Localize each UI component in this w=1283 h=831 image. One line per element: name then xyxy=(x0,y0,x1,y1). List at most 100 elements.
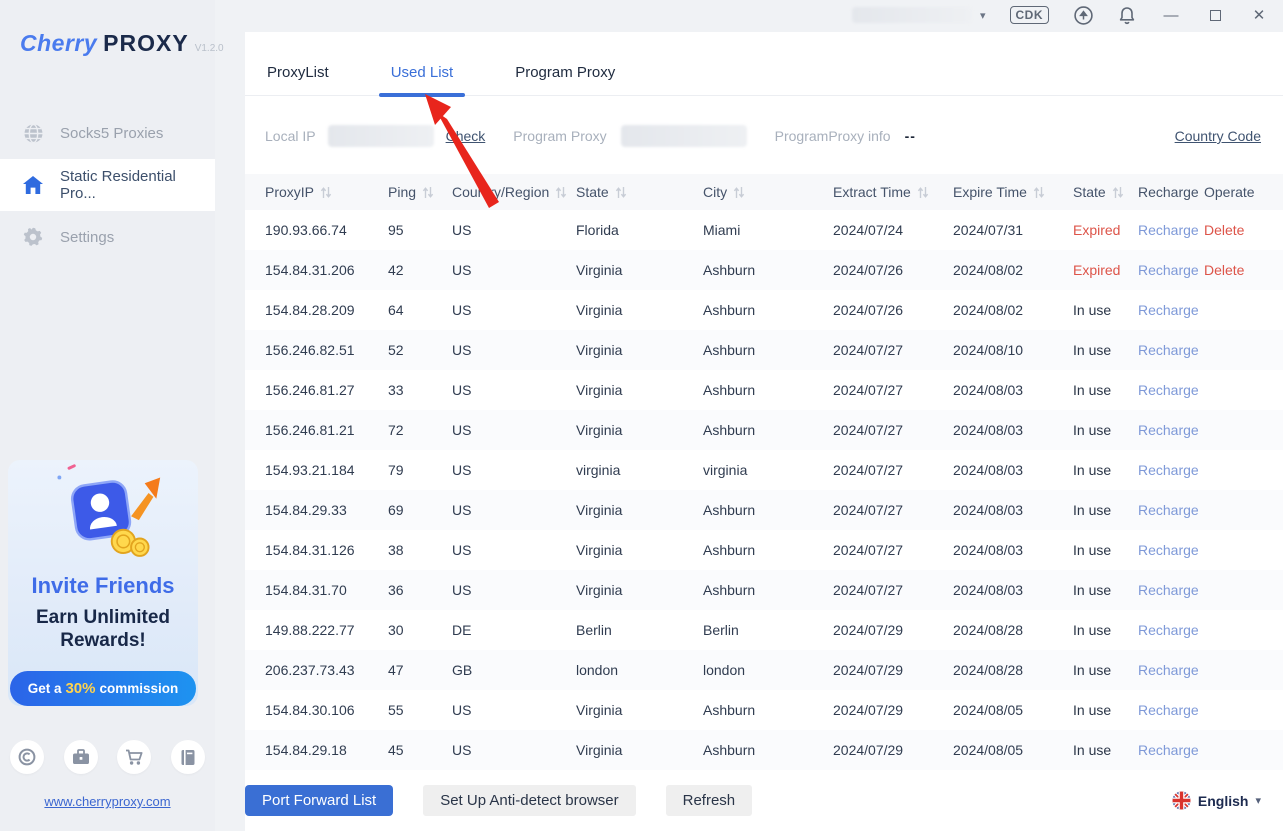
cell-recharge: Recharge xyxy=(1138,742,1204,758)
cell-expire: 2024/08/03 xyxy=(953,422,1073,438)
tab-proxylist[interactable]: ProxyList xyxy=(259,64,337,95)
maximize-button[interactable] xyxy=(1205,5,1225,25)
table-header-row: ProxyIPPingCountry/RegionStateCityExtrac… xyxy=(245,174,1283,210)
brand-proxy: PROXY xyxy=(103,30,189,57)
cell-status: In use xyxy=(1073,502,1138,518)
recharge-link[interactable]: Recharge xyxy=(1138,702,1199,718)
recharge-link[interactable]: Recharge xyxy=(1138,222,1199,238)
country-code-link[interactable]: Country Code xyxy=(1175,128,1261,144)
main-content: ProxyList Used List Program Proxy Local … xyxy=(245,32,1283,831)
cell-ping: 30 xyxy=(388,622,452,638)
delete-link[interactable]: Delete xyxy=(1204,262,1244,278)
sidebar-item-settings[interactable]: Settings xyxy=(0,211,215,263)
cell-extract: 2024/07/27 xyxy=(833,342,953,358)
title-bar: ▾ CDK — ✕ xyxy=(0,0,1283,30)
briefcase-icon[interactable] xyxy=(64,740,98,774)
cell-ping: 55 xyxy=(388,702,452,718)
recharge-link[interactable]: Recharge xyxy=(1138,582,1199,598)
recharge-link[interactable]: Recharge xyxy=(1138,262,1199,278)
tab-program-proxy[interactable]: Program Proxy xyxy=(507,64,623,95)
book-icon[interactable] xyxy=(171,740,205,774)
refresh-button[interactable]: Refresh xyxy=(666,785,753,816)
recharge-link[interactable]: Recharge xyxy=(1138,302,1199,318)
column-header-country-region[interactable]: Country/Region xyxy=(452,184,576,200)
close-button[interactable]: ✕ xyxy=(1249,5,1269,25)
recharge-link[interactable]: Recharge xyxy=(1138,542,1199,558)
cell-extract: 2024/07/27 xyxy=(833,422,953,438)
recharge-link[interactable]: Recharge xyxy=(1138,662,1199,678)
recharge-link[interactable]: Recharge xyxy=(1138,742,1199,758)
cell-ip: 154.93.21.184 xyxy=(265,462,388,478)
sidebar-tools xyxy=(0,740,215,774)
cell-extract: 2024/07/27 xyxy=(833,382,953,398)
language-label: English xyxy=(1198,793,1249,809)
table-row: 154.84.31.7036USVirginiaAshburn2024/07/2… xyxy=(245,570,1283,610)
column-header-ping[interactable]: Ping xyxy=(388,184,452,200)
sidebar-item-static-residential-proxies[interactable]: Static Residential Pro... xyxy=(0,159,215,211)
account-dropdown[interactable]: ▾ xyxy=(852,7,986,23)
commission-button[interactable]: Get a 30% commission xyxy=(10,671,197,706)
recharge-link[interactable]: Recharge xyxy=(1138,382,1199,398)
cell-ping: 95 xyxy=(388,222,452,238)
sidebar-item-label: Socks5 Proxies xyxy=(60,125,163,142)
coin-icon[interactable] xyxy=(10,740,44,774)
cell-expire: 2024/08/03 xyxy=(953,542,1073,558)
cell-country: US xyxy=(452,702,576,718)
cell-city: Ashburn xyxy=(703,502,833,518)
column-header-extract-time[interactable]: Extract Time xyxy=(833,184,953,200)
port-forward-list-button[interactable]: Port Forward List xyxy=(245,785,393,816)
table-row: 154.84.30.10655USVirginiaAshburn2024/07/… xyxy=(245,690,1283,730)
cart-icon[interactable] xyxy=(117,740,151,774)
cell-extract: 2024/07/29 xyxy=(833,622,953,638)
cell-recharge: Recharge xyxy=(1138,542,1204,558)
column-header-expire-time[interactable]: Expire Time xyxy=(953,184,1073,200)
tab-used-list[interactable]: Used List xyxy=(383,64,462,95)
recharge-link[interactable]: Recharge xyxy=(1138,502,1199,518)
cell-country: US xyxy=(452,422,576,438)
cell-country: US xyxy=(452,462,576,478)
column-header-city[interactable]: City xyxy=(703,184,833,200)
column-header-state[interactable]: State xyxy=(576,184,703,200)
recharge-link[interactable]: Recharge xyxy=(1138,462,1199,478)
column-header-state[interactable]: State xyxy=(1073,184,1138,200)
column-header-recharge: Recharge xyxy=(1138,184,1204,200)
cell-ping: 64 xyxy=(388,302,452,318)
cell-country: US xyxy=(452,222,576,238)
cell-extract: 2024/07/27 xyxy=(833,502,953,518)
check-link[interactable]: Check xyxy=(446,128,486,144)
cell-expire: 2024/08/05 xyxy=(953,702,1073,718)
column-header-proxyip[interactable]: ProxyIP xyxy=(265,184,388,200)
cell-extract: 2024/07/27 xyxy=(833,462,953,478)
delete-link[interactable]: Delete xyxy=(1204,222,1244,238)
footer-bar: Port Forward List Set Up Anti-detect bro… xyxy=(245,785,1261,816)
recharge-link[interactable]: Recharge xyxy=(1138,422,1199,438)
cell-ip: 154.84.29.18 xyxy=(265,742,388,758)
cell-state: london xyxy=(576,662,703,678)
cell-state: Virginia xyxy=(576,302,703,318)
cell-country: US xyxy=(452,302,576,318)
site-link-wrap: www.cherryproxy.com xyxy=(0,793,215,811)
cell-ping: 79 xyxy=(388,462,452,478)
cell-status: In use xyxy=(1073,742,1138,758)
minimize-button[interactable]: — xyxy=(1161,5,1181,25)
cell-state: Virginia xyxy=(576,542,703,558)
recharge-link[interactable]: Recharge xyxy=(1138,622,1199,638)
cell-ping: 33 xyxy=(388,382,452,398)
cell-ping: 72 xyxy=(388,422,452,438)
invite-friends-illustration xyxy=(28,460,178,567)
cell-extract: 2024/07/29 xyxy=(833,702,953,718)
cell-city: Ashburn xyxy=(703,262,833,278)
sidebar-menu: Socks5 Proxies Static Residential Pro...… xyxy=(0,107,215,263)
language-selector[interactable]: English ▾ xyxy=(1172,791,1261,810)
bell-icon[interactable] xyxy=(1117,5,1137,25)
cell-expire: 2024/08/03 xyxy=(953,582,1073,598)
cell-ip: 154.84.31.206 xyxy=(265,262,388,278)
cdk-button[interactable]: CDK xyxy=(1010,6,1050,24)
cell-expire: 2024/08/05 xyxy=(953,742,1073,758)
cell-recharge: Recharge xyxy=(1138,382,1204,398)
upload-circle-icon[interactable] xyxy=(1073,5,1093,25)
sidebar-item-socks5-proxies[interactable]: Socks5 Proxies xyxy=(0,107,215,159)
setup-anti-detect-browser-button[interactable]: Set Up Anti-detect browser xyxy=(423,785,635,816)
recharge-link[interactable]: Recharge xyxy=(1138,342,1199,358)
website-link[interactable]: www.cherryproxy.com xyxy=(44,794,170,809)
